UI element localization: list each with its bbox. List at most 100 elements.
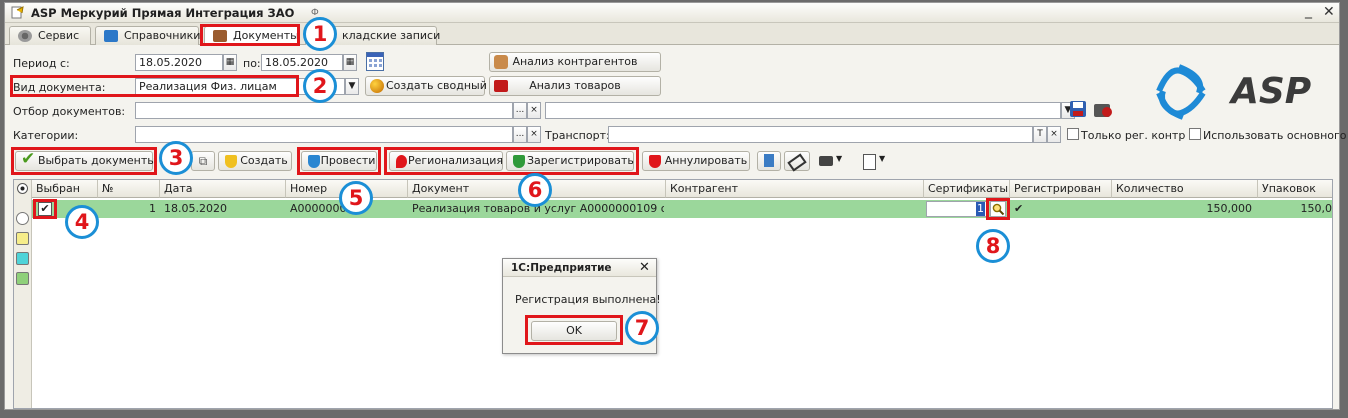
header-radio[interactable] [17,183,28,194]
calendar-from-icon[interactable]: ▦ [223,54,237,71]
col-header-registered[interactable]: Регистрирован [1010,180,1112,198]
create-summary-button[interactable]: Создать сводный [365,76,487,96]
report-button[interactable]: ▼ [863,153,891,171]
categories-label: Категории: [13,129,79,142]
transport-t-button[interactable]: T [1033,126,1047,143]
only-reg-label: Только рег. контр [1081,129,1186,142]
print-button[interactable]: ▼ [819,153,847,171]
callout-5: 5 [339,181,373,215]
eraser-button[interactable] [784,151,810,172]
highlight-post [297,147,381,175]
col-header-num[interactable]: № [98,180,160,198]
tab-references[interactable]: Справочники [95,26,201,45]
summary-icon [370,79,384,93]
dialog-title: 1С:Предприятие [511,262,612,274]
tab-references-label: Справочники [124,29,201,42]
highlight-select-docs [11,147,157,175]
categories-clear-button[interactable]: × [527,126,541,143]
filter-cyan-swatch[interactable] [16,252,29,265]
analyze-contractors-button[interactable]: Анализ контрагентов [489,52,661,72]
transport-label: Транспорт: [545,129,610,142]
row-certificates: 1 [976,202,985,216]
title-bar: ASP Меркурий Прямая Интеграция ЗАО Ф _ ✕ [5,3,1339,23]
analyze-goods-button[interactable]: Анализ товаров [489,76,661,96]
eraser-icon [787,153,807,172]
calendar-to-icon[interactable]: ▦ [343,54,357,71]
doc-filter-value-input[interactable] [545,102,1061,119]
filter-yellow-swatch[interactable] [16,232,29,245]
only-reg-checkbox[interactable] [1067,128,1079,140]
highlight-ok-button [525,315,623,345]
period-to-label: по: [243,57,261,70]
cart-icon [494,80,508,92]
row-packs: 150,0 [1300,202,1333,215]
shield-annul-icon [649,155,661,168]
highlight-documents-tab [200,24,300,46]
doc-filter-clear-button[interactable]: × [527,102,541,119]
dialog-close-icon[interactable]: ✕ [639,260,650,275]
col-header-certificates[interactable]: Сертификаты [924,180,1010,198]
filter-green-swatch[interactable] [16,272,29,285]
documents-table: Выбран № Дата Номер Документ Контрагент … [13,179,1333,409]
col-header-selected[interactable]: Выбран [32,180,98,198]
callout-8: 8 [976,229,1010,263]
transport-clear-button[interactable]: × [1047,126,1061,143]
book-icon [104,30,118,42]
highlight-certificates-search [986,198,1010,220]
callout-1: 1 [303,17,337,51]
asp-logo: ASP [1149,61,1337,127]
transport-input[interactable] [608,126,1033,143]
row-date: 18.05.2020 [164,202,227,215]
minimize-icon[interactable]: _ [1305,3,1319,19]
callout-6: 6 [518,173,552,207]
annul-button[interactable]: Аннулировать [642,151,750,171]
report-icon [863,154,876,170]
shield-create-icon [225,155,237,168]
close-icon[interactable]: ✕ [1323,4,1337,20]
analyze-contractors-label: Анализ контрагентов [512,55,638,68]
delete-button[interactable] [757,151,781,171]
callout-3: 3 [159,141,193,175]
create-summary-label: Создать сводный [386,79,487,92]
create-label: Создать [240,154,288,167]
period-to-input[interactable]: 18.05.2020 [261,54,343,71]
use-main-checkbox[interactable] [1189,128,1201,140]
period-label: Период с: [13,57,70,70]
filter-white-swatch[interactable] [16,212,29,225]
row-num: 1 [149,202,156,215]
copy-icon: ⧉ [198,154,208,168]
dialog-title-bar: 1С:Предприятие ✕ [503,259,656,277]
window-title: ASP Меркурий Прямая Интеграция ЗАО [31,6,295,20]
highlight-doc-type [10,75,299,97]
doc-filter-input[interactable] [135,102,513,119]
tab-warehouse-label: кладские записи [342,29,441,42]
report-dropdown-icon: ▼ [879,154,886,163]
main-window: ASP Меркурий Прямая Интеграция ЗАО Ф _ ✕… [4,2,1347,410]
col-header-packs[interactable]: Упаковок [1258,180,1332,198]
doc-filter-label: Отбор документов: [13,105,126,118]
col-header-quantity[interactable]: Количество [1112,180,1258,198]
load-icon[interactable] [1093,100,1113,118]
highlight-regionalize-register [384,147,639,175]
printer-icon [819,156,833,166]
categories-input[interactable] [135,126,513,143]
categories-select-button[interactable]: ... [513,126,527,143]
tab-service[interactable]: Сервис [9,26,91,45]
calendar-period-icon[interactable] [366,52,384,71]
logo-emblem-icon [1156,64,1206,120]
gear-icon [18,30,32,42]
doc-filter-select-button[interactable]: ... [513,102,527,119]
period-from-input[interactable]: 18.05.2020 [135,54,223,71]
tab-service-label: Сервис [38,29,80,42]
col-header-date[interactable]: Дата [160,180,286,198]
callout-4: 4 [65,205,99,239]
doc-type-dropdown-icon[interactable]: ▼ [345,78,359,95]
copy-button[interactable]: ⧉ [191,151,215,171]
annul-label: Аннулировать [664,154,748,167]
save-icon[interactable] [1069,100,1087,118]
use-main-label: Использовать основного [1203,129,1347,142]
create-button[interactable]: Создать [218,151,292,171]
print-dropdown-icon: ▼ [836,154,843,163]
callout-2: 2 [303,69,337,103]
col-header-contractor[interactable]: Контрагент [666,180,924,198]
